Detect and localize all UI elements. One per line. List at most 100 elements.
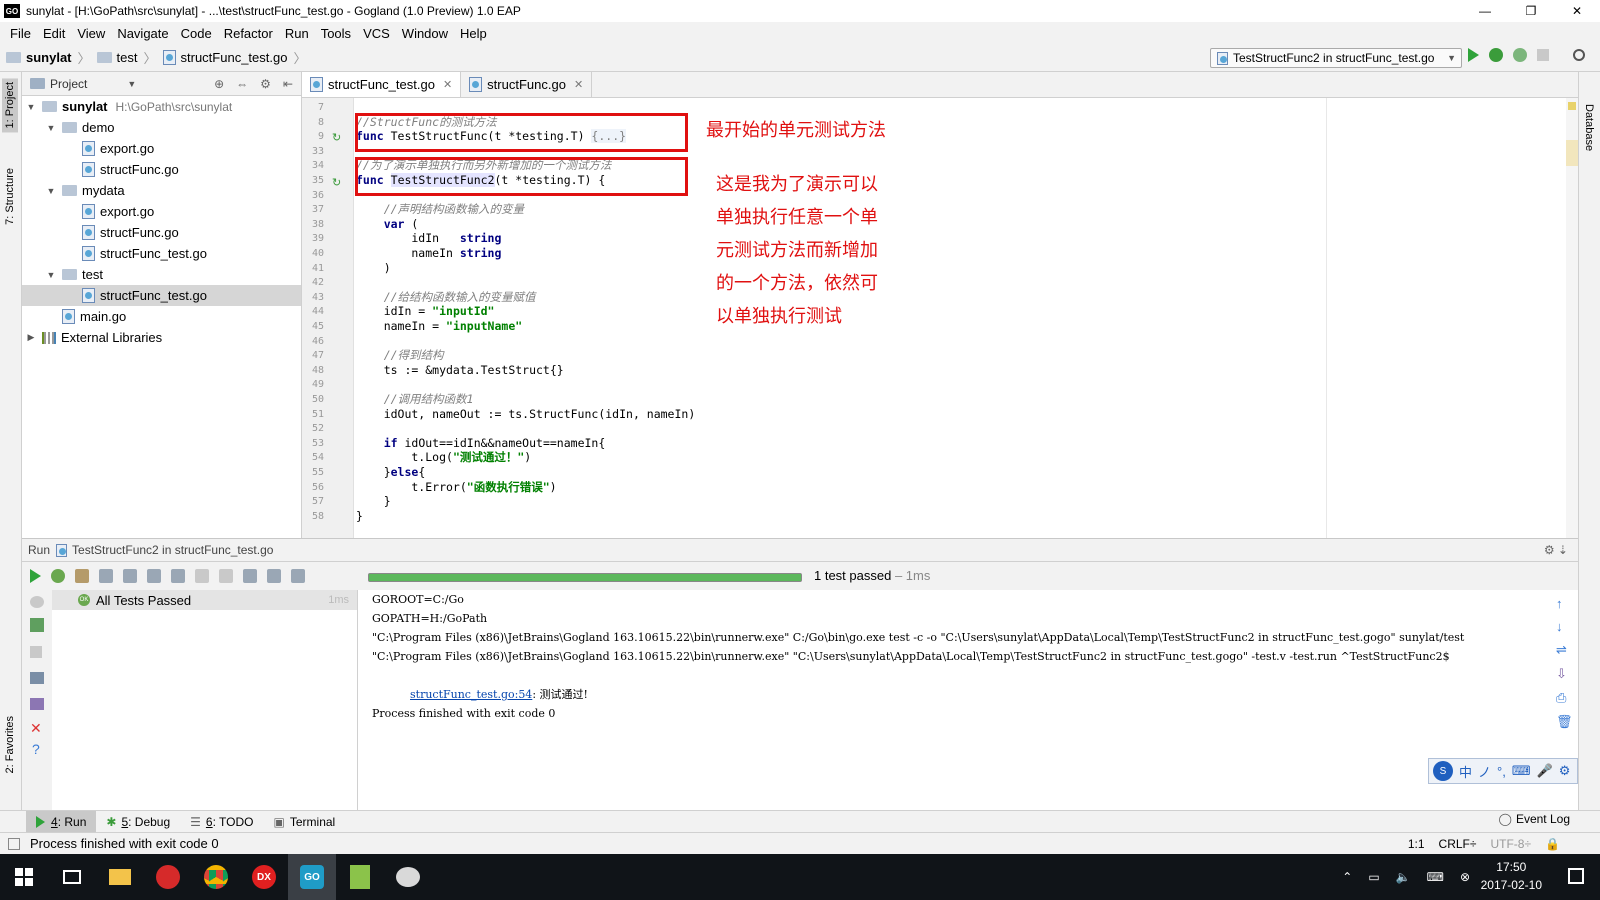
taskbar-chrome[interactable]: [192, 854, 240, 900]
tab-structfunc-test[interactable]: structFunc_test.go ✕: [302, 72, 462, 97]
menu-vcs[interactable]: VCS: [357, 26, 396, 41]
debug-icon[interactable]: [1489, 48, 1503, 62]
tree-item[interactable]: structFunc.go: [22, 159, 301, 180]
toggle-toolwindows-icon[interactable]: [8, 838, 20, 850]
keyboard-icon[interactable]: ⌨: [1427, 870, 1444, 884]
expand-all-icon[interactable]: [147, 569, 161, 583]
taskbar-notepad[interactable]: [336, 854, 384, 900]
toolwindow-todo[interactable]: ☰ 6: TODO: [180, 811, 263, 833]
file-encoding[interactable]: UTF-8÷: [1490, 837, 1531, 851]
layout-icon[interactable]: [30, 672, 44, 684]
tree-item[interactable]: structFunc_test.go: [22, 285, 301, 306]
project-panel-title[interactable]: Project: [50, 77, 87, 91]
tree-item[interactable]: structFunc_test.go: [22, 243, 301, 264]
chevron-down-icon[interactable]: ▼: [127, 79, 136, 89]
previous-test-icon[interactable]: [195, 569, 209, 583]
volume-icon[interactable]: 🔈: [1396, 870, 1411, 884]
pin-icon[interactable]: [30, 596, 44, 608]
event-log-button[interactable]: ◯ Event Log: [1499, 812, 1570, 826]
coverage-icon[interactable]: [1513, 48, 1527, 62]
tab-favorites[interactable]: 2: Favorites: [2, 712, 18, 777]
tree-item[interactable]: ▶ External Libraries: [22, 327, 301, 348]
tab-structure[interactable]: 7: Structure: [2, 164, 18, 229]
scroll-to-end-icon[interactable]: ⇩: [1556, 666, 1578, 682]
tree-item[interactable]: ▼ demo: [22, 117, 301, 138]
print-icon[interactable]: ⎙: [1556, 690, 1578, 706]
close-button[interactable]: ✕: [1554, 0, 1600, 22]
ime-width-icon[interactable]: ノ: [1478, 762, 1491, 781]
taskbar-app-red[interactable]: [144, 854, 192, 900]
editor-scrollbar[interactable]: [1566, 98, 1578, 538]
menu-run[interactable]: Run: [279, 26, 315, 41]
run-console[interactable]: GOROOT=C:/Go GOPATH=H:/GoPath "C:\Progra…: [358, 590, 1548, 810]
gear-icon[interactable]: ⚙: [260, 77, 271, 91]
taskbar-dx[interactable]: DX: [240, 854, 288, 900]
run-test-gutter-icon[interactable]: ↻: [332, 131, 341, 144]
network-icon[interactable]: ▭: [1368, 870, 1379, 884]
arrow-down-icon[interactable]: ↓: [1556, 619, 1578, 634]
menu-view[interactable]: View: [71, 26, 111, 41]
tab-structfunc[interactable]: structFunc.go ✕: [461, 72, 593, 97]
menu-navigate[interactable]: Navigate: [111, 26, 174, 41]
toolwindow-terminal[interactable]: ▣ Terminal: [264, 811, 346, 833]
rerun-icon[interactable]: [30, 569, 41, 583]
close-icon[interactable]: ✕: [443, 78, 452, 91]
next-test-icon[interactable]: [219, 569, 233, 583]
breadcrumb-folder[interactable]: test 〉: [96, 48, 157, 67]
gear-icon[interactable]: ⚙ ⇣: [1544, 543, 1568, 557]
collapse-all-icon[interactable]: ⇔: [236, 77, 248, 91]
microphone-icon[interactable]: 🎤: [1537, 763, 1553, 779]
sort-duration-icon[interactable]: [123, 569, 137, 583]
run-test-gutter-icon[interactable]: ↻: [332, 176, 341, 189]
line-separator[interactable]: CRLF÷: [1439, 837, 1477, 851]
scroll-thumb[interactable]: [1566, 140, 1578, 166]
task-view-button[interactable]: [48, 854, 96, 900]
notification-icon[interactable]: [1568, 868, 1584, 884]
test-tree-item-all[interactable]: OK All Tests Passed 1ms: [52, 590, 357, 610]
lock-icon[interactable]: 🔒: [1545, 837, 1560, 851]
menu-refactor[interactable]: Refactor: [218, 26, 279, 41]
menu-file[interactable]: File: [4, 26, 37, 41]
ime-language[interactable]: 中: [1459, 762, 1472, 781]
menu-window[interactable]: Window: [396, 26, 454, 41]
gear-icon[interactable]: [291, 569, 305, 583]
pin-tab-icon[interactable]: [30, 698, 44, 710]
menu-edit[interactable]: Edit: [37, 26, 71, 41]
trash-icon[interactable]: 🗑: [1556, 714, 1578, 730]
export-icon[interactable]: [243, 569, 257, 583]
import-icon[interactable]: [267, 569, 281, 583]
tree-item[interactable]: export.go: [22, 201, 301, 222]
ime-status-icon[interactable]: ⊗: [1460, 870, 1470, 884]
toolwindow-run[interactable]: 4: Run: [26, 810, 97, 833]
tab-project[interactable]: 1: Project: [2, 78, 18, 133]
chevron-up-icon[interactable]: ⌃: [1342, 870, 1352, 884]
soft-wrap-icon[interactable]: ⇌: [1556, 642, 1578, 658]
run-configuration-select[interactable]: TestStructFunc2 in structFunc_test.go ▼: [1210, 48, 1462, 68]
tree-root[interactable]: ▼ sunylat H:\GoPath\src\sunylat: [22, 96, 301, 117]
tree-item[interactable]: export.go: [22, 138, 301, 159]
source-link[interactable]: structFunc_test.go:54: [410, 688, 532, 701]
run-icon[interactable]: [1468, 48, 1479, 62]
stop-icon[interactable]: [30, 646, 42, 658]
tree-item[interactable]: ▼ mydata: [22, 180, 301, 201]
locate-icon[interactable]: ⊕: [214, 77, 224, 91]
toolwindow-debug[interactable]: ✱ 5: Debug: [96, 811, 180, 833]
tree-item[interactable]: ▼ test: [22, 264, 301, 285]
breadcrumb-project[interactable]: sunylat 〉: [6, 48, 91, 67]
taskbar-gogland[interactable]: GO: [288, 854, 336, 900]
start-button[interactable]: [0, 854, 48, 900]
taskbar-clock[interactable]: 17:50 2017-02-10: [1481, 858, 1542, 894]
breadcrumb-file[interactable]: structFunc_test.go 〉: [162, 48, 306, 67]
close-icon[interactable]: ✕: [574, 78, 583, 91]
tab-database[interactable]: Database: [1581, 100, 1597, 155]
collapse-all-icon[interactable]: [171, 569, 185, 583]
taskbar-explorer[interactable]: [96, 854, 144, 900]
maximize-button[interactable]: ❐: [1508, 0, 1554, 22]
show-ignored-icon[interactable]: [75, 569, 89, 583]
keyboard-icon[interactable]: ⌨: [1512, 763, 1531, 779]
sort-alpha-icon[interactable]: [99, 569, 113, 583]
stop-icon[interactable]: [1537, 49, 1549, 61]
caret-position[interactable]: 1:1: [1408, 837, 1425, 851]
tree-item[interactable]: structFunc.go: [22, 222, 301, 243]
help-icon[interactable]: ?: [32, 741, 52, 757]
